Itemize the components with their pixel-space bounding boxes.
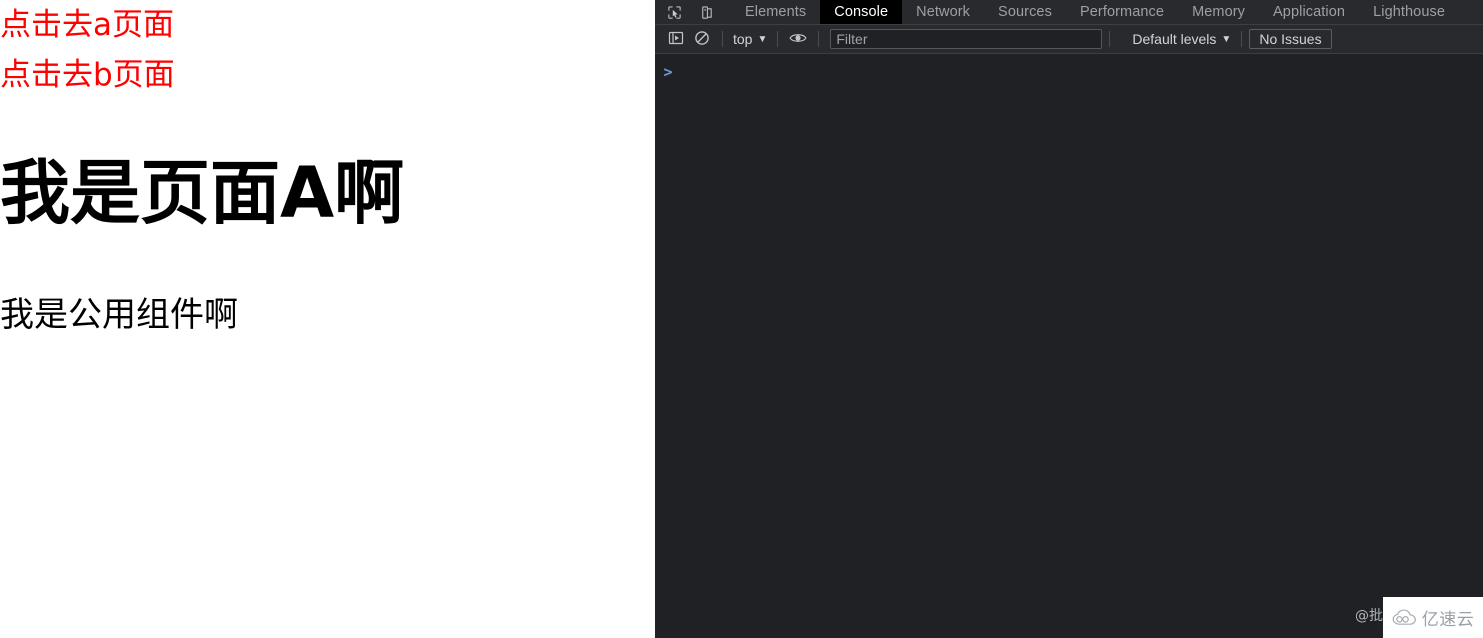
tab-lighthouse[interactable]: Lighthouse	[1359, 0, 1459, 24]
console-sidebar-toggle-button[interactable]	[663, 26, 689, 52]
inspect-element-button[interactable]	[663, 1, 685, 23]
console-prompt-row[interactable]: >	[655, 62, 1483, 82]
toolbar-divider-4	[1109, 31, 1111, 47]
console-context-label: top	[733, 31, 753, 47]
tab-application[interactable]: Application	[1259, 0, 1359, 24]
console-sidebar-icon	[668, 30, 684, 49]
tab-memory[interactable]: Memory	[1178, 0, 1259, 24]
tab-performance[interactable]: Performance	[1066, 0, 1178, 24]
inspect-element-icon	[667, 5, 682, 20]
overlay-watermark-text: @批	[1355, 608, 1383, 624]
console-command-input[interactable]	[681, 63, 1483, 81]
screenshot-root: 点击去a页面 点击去b页面 我是页面A啊 我是公用组件啊 Elements Co…	[0, 0, 1483, 638]
clear-console-button[interactable]	[689, 26, 715, 52]
issues-label: No Issues	[1259, 31, 1322, 47]
toolbar-divider-3	[818, 31, 820, 47]
device-toolbar-button[interactable]	[695, 1, 717, 23]
brand-watermark-label: 亿速云	[1421, 610, 1475, 630]
device-toolbar-icon	[699, 5, 714, 20]
toolbar-divider-1	[722, 31, 723, 47]
toolbar-divider-5	[1241, 31, 1243, 47]
chevron-down-icon: ▼	[757, 34, 768, 45]
console-levels-selector[interactable]: Default levels ▼	[1129, 31, 1234, 47]
console-output-area[interactable]: >	[655, 56, 1483, 638]
chevron-down-icon: ▼	[1221, 34, 1232, 45]
devtools-tab-list: Elements Console Network Sources Perform…	[731, 0, 1459, 24]
page-nav-links: 点击去a页面 点击去b页面	[0, 0, 640, 100]
devtools-tabbar: Elements Console Network Sources Perform…	[655, 0, 1483, 25]
issues-button[interactable]: No Issues	[1249, 29, 1332, 49]
prompt-chevron-icon: >	[663, 63, 673, 81]
console-context-selector[interactable]: top ▼	[730, 31, 770, 47]
tab-elements[interactable]: Elements	[731, 0, 820, 24]
cloud-logo-icon	[1392, 609, 1418, 626]
tab-console[interactable]: Console	[820, 0, 903, 24]
devtools-panel: Elements Console Network Sources Perform…	[655, 0, 1483, 638]
clear-console-icon	[694, 30, 710, 49]
toolbar-divider-2	[777, 31, 779, 47]
link-goto-page-a[interactable]: 点击去a页面	[0, 0, 640, 50]
page-title: 我是页面A啊	[0, 152, 405, 234]
brand-watermark: 亿速云	[1383, 597, 1483, 638]
devtools-tool-icons	[655, 0, 723, 24]
console-filter-input[interactable]	[830, 29, 1103, 49]
live-expression-button[interactable]	[785, 26, 811, 52]
tab-sources[interactable]: Sources	[984, 0, 1066, 24]
web-page-viewport: 点击去a页面 点击去b页面 我是页面A啊 我是公用组件啊	[0, 0, 654, 638]
link-goto-page-b[interactable]: 点击去b页面	[0, 50, 640, 100]
console-levels-label: Default levels	[1132, 31, 1217, 47]
tab-network[interactable]: Network	[902, 0, 984, 24]
live-expression-icon	[789, 31, 807, 48]
shared-component-text: 我是公用组件啊	[0, 295, 238, 335]
console-toolbar: top ▼ Default levels ▼	[655, 25, 1483, 54]
